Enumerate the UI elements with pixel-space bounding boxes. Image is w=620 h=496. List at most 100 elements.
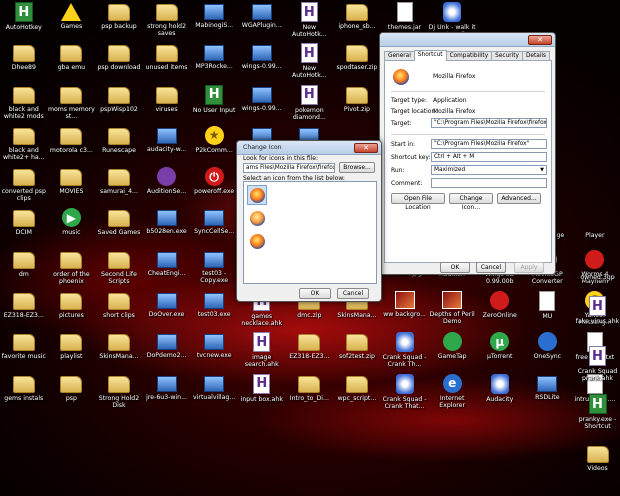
desktop-icon-36[interactable]: strong hold2 saves	[143, 0, 191, 41]
desktop-icon-92[interactable]: sof2test.zip	[333, 330, 381, 371]
desktop-icon-0[interactable]: H AutoHotkey	[0, 0, 48, 41]
firefox-properties-window[interactable]: ✕ General Shortcut Compatibility Securit…	[379, 32, 556, 275]
desktop-icon-2[interactable]: black and white2 mods	[0, 83, 48, 124]
desktop-icon-19[interactable]: pictures	[48, 289, 96, 330]
desktop-icon-116[interactable]: GameTap	[428, 330, 476, 371]
desktop-icon-54[interactable]: test03 - Copy.exe	[190, 248, 238, 289]
icon-cancel-button[interactable]: Cancel	[337, 288, 369, 299]
change-icon-title-bar[interactable]: Change Icon ✕	[237, 141, 381, 155]
desktop-icon-74[interactable]: Hpokemon diamond...	[286, 83, 334, 124]
ok-button[interactable]: OK	[440, 262, 470, 273]
desktop-icon-139[interactable]: MU	[524, 289, 572, 330]
desktop-icon-25[interactable]: psp download	[95, 41, 143, 82]
desktop-icon-41[interactable]: b5028en.exe	[143, 206, 191, 247]
desktop-icon-33[interactable]: Strong Hold2 Disk	[95, 372, 143, 413]
desktop-icon-37[interactable]: unused items	[143, 41, 191, 82]
desktop-icon-55[interactable]: test03.exe	[190, 289, 238, 330]
desktop-icon-39[interactable]: audacity-w...	[143, 124, 191, 165]
icon-option-3[interactable]	[247, 231, 267, 251]
desktop-icon-140[interactable]: OneSync	[524, 330, 572, 371]
desktop-icon-14[interactable]: moms memory st...	[48, 83, 96, 124]
desktop-icon-20[interactable]: playlist	[48, 330, 96, 371]
desktop-icon-69[interactable]: Hinput box.ahk	[238, 372, 286, 413]
desktop-icon-81[interactable]: Intro_to_Di...	[286, 372, 334, 413]
icon-option-2[interactable]	[247, 208, 267, 228]
desktop-icon-6[interactable]: dm	[0, 248, 48, 289]
desktop-icon-32[interactable]: SkinsMana...	[95, 330, 143, 371]
advanced-button[interactable]: Advanced...	[497, 193, 541, 204]
desktop-icon-56[interactable]: tvcnew.exe	[190, 330, 238, 371]
desktop-icon-17[interactable]: ▶ music	[48, 206, 96, 247]
desktop-icon-29[interactable]: Saved Games	[95, 206, 143, 247]
desktop-icon-9[interactable]: gems instals	[0, 372, 48, 413]
change-icon-close-button[interactable]: ✕	[354, 143, 378, 153]
desktop-icon-12[interactable]: Games	[48, 0, 96, 41]
shortcut-key-input[interactable]: Ctrl + Alt + M	[431, 152, 547, 162]
desktop-icon-26[interactable]: pspWisp102	[95, 83, 143, 124]
desktop-icon-72[interactable]: H New AutoHotk...	[286, 0, 334, 41]
desktop-icon-extra-4[interactable]: Videos	[575, 442, 620, 472]
change-icon-dialog[interactable]: Change Icon ✕ Look for icons in this fil…	[236, 140, 382, 302]
desktop-icon-1[interactable]: Dhee89	[0, 41, 48, 82]
desktop-icon-16[interactable]: MOVIES	[48, 165, 96, 206]
desktop-icon-84[interactable]: iphone_sb...	[333, 0, 381, 41]
open-file-location-button[interactable]: Open File Location	[391, 193, 445, 211]
target-input[interactable]: "C:\Program Files\Mozilla Firefox\firefo…	[431, 118, 547, 128]
desktop-icon-45[interactable]: jre-6u3-win...	[143, 372, 191, 413]
desktop-icon-43[interactable]: DoOver.exe	[143, 289, 191, 330]
desktop-icon-27[interactable]: Runescape	[95, 124, 143, 165]
desktop-icon-4[interactable]: converted psp clips	[0, 165, 48, 206]
desktop-icon-42[interactable]: CheatEngi...	[143, 248, 191, 289]
desktop-icon-5[interactable]: DCIM	[0, 206, 48, 247]
start-in-input[interactable]: "C:\Program Files\Mozilla Firefox"	[431, 139, 547, 149]
desktop-icon-21[interactable]: psp	[48, 372, 96, 413]
desktop-icon-51[interactable]: ★ P2kComm...	[190, 124, 238, 165]
desktop-icon-30[interactable]: Second Life Scripts	[95, 248, 143, 289]
tab-shortcut[interactable]: Shortcut	[413, 50, 447, 61]
desktop-icon-extra-2[interactable]: H Crank Squad prank.ahk	[575, 344, 620, 382]
desktop-icon-86[interactable]: Pivot.zip	[333, 83, 381, 124]
desktop-icon-40[interactable]: AuditionSe...	[143, 165, 191, 206]
desktop-icon-28[interactable]: samurai_4...	[95, 165, 143, 206]
apply-button[interactable]: Apply	[514, 262, 544, 273]
desktop-icon-127[interactable]: ZeroOnline	[476, 289, 524, 330]
desktop-icon-57[interactable]: virtualvillag...	[190, 372, 238, 413]
desktop-icon-68[interactable]: Himage search.ahk	[238, 330, 286, 371]
desktop-icon-8[interactable]: favorite music	[0, 330, 48, 371]
desktop-icon-15[interactable]: motorola c3...	[48, 124, 96, 165]
desktop-icon-62[interactable]: wings-0.99...	[238, 83, 286, 124]
desktop-icon-105[interactable]: Crank Squad - Crank That...	[381, 372, 429, 413]
cancel-button[interactable]: Cancel	[476, 262, 506, 273]
desktop-icon-93[interactable]: wpc_script...	[333, 372, 381, 413]
properties-title-bar[interactable]: ✕	[380, 33, 555, 47]
desktop-icon-13[interactable]: gba emu	[48, 41, 96, 82]
desktop-icon-extra-0[interactable]: owned.3gp	[575, 248, 620, 281]
browse-button[interactable]: Browse...	[339, 162, 375, 173]
desktop-icon-60[interactable]: WGAPlugin...	[238, 0, 286, 41]
properties-close-button[interactable]: ✕	[528, 35, 552, 45]
desktop-icon-104[interactable]: Crank Squad - Crank Th...	[381, 330, 429, 371]
desktop-icon-3[interactable]: black and white2+ ha...	[0, 124, 48, 165]
desktop-icon-extra-1[interactable]: Hfake virus.ahk	[575, 294, 620, 325]
icon-option-1[interactable]	[247, 185, 267, 205]
desktop-icon-50[interactable]: H No User Input	[190, 83, 238, 124]
desktop-icon-141[interactable]: RSDLite	[524, 372, 572, 413]
desktop-icon-129[interactable]: Audacity	[476, 372, 524, 413]
desktop-icon-80[interactable]: EZ318-EZ3...	[286, 330, 334, 371]
desktop-icon-44[interactable]: DoPdemo2...	[143, 330, 191, 371]
desktop-icon-24[interactable]: psp backup	[95, 0, 143, 41]
desktop-icon-61[interactable]: wings-0.99...	[238, 41, 286, 82]
desktop-icon-49[interactable]: MP3Rocke...	[190, 41, 238, 82]
desktop-icon-extra-3[interactable]: Hpranky.exe - Shortcut	[575, 392, 620, 430]
desktop-icon-85[interactable]: spodtaser.zip	[333, 41, 381, 82]
desktop-icon-117[interactable]: e Internet Explorer	[428, 372, 476, 413]
icon-ok-button[interactable]: OK	[299, 288, 331, 299]
desktop-icon-48[interactable]: MabinogiS...	[190, 0, 238, 41]
desktop-icon-103[interactable]: ww backgro...	[381, 289, 429, 330]
desktop-icon-7[interactable]: EZ318-EZ3...	[0, 289, 48, 330]
desktop-icon-52[interactable]: ⏻ poweroff.exe	[190, 165, 238, 206]
icon-path-input[interactable]: ams Files\Mozilla Firefox\firefox.exe	[243, 163, 335, 173]
desktop-icon-18[interactable]: order of the phoenix	[48, 248, 96, 289]
desktop-icon-115[interactable]: Depths of Peril Demo	[428, 289, 476, 330]
run-select[interactable]: Maximized ▼	[431, 165, 547, 175]
